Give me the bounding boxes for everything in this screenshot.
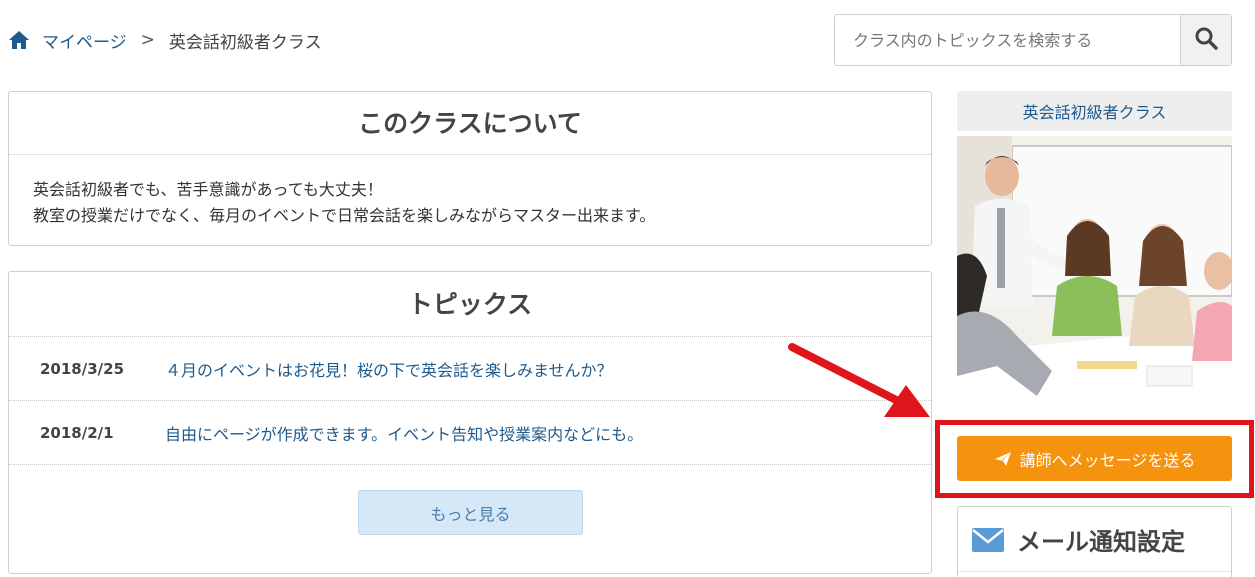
more-button[interactable]: もっと見る [358, 490, 583, 535]
about-line-2: 教室の授業だけでなく、毎月のイベントで日常会話を楽しみながらマスター出来ます。 [33, 206, 656, 225]
about-line-1: 英会話初級者でも、苦手意識があっても大丈夫！ [33, 180, 383, 199]
search-button[interactable] [1180, 15, 1231, 65]
topics-title: トピックス [9, 272, 931, 337]
search-icon [1194, 26, 1218, 54]
class-photo [957, 136, 1232, 411]
about-title: このクラスについて [9, 92, 931, 155]
topic-date: 2018/3/25 [40, 359, 125, 378]
search-input[interactable] [835, 15, 1180, 65]
breadcrumb: マイページ > 英会話初級者クラス [8, 28, 322, 53]
message-teacher-button[interactable]: 講師へメッセージを送る [957, 436, 1232, 481]
red-arrow-annotation [788, 343, 930, 417]
mail-notification-title: メール通知設定 [1017, 528, 1185, 556]
home-icon[interactable] [8, 30, 30, 50]
about-body: 英会話初級者でも、苦手意識があっても大丈夫！ 教室の授業だけでなく、毎月のイベン… [9, 155, 931, 229]
breadcrumb-mypage-link[interactable]: マイページ [42, 28, 127, 53]
topic-search [834, 14, 1232, 66]
divider [958, 571, 1231, 572]
topic-link[interactable]: 自由にページが作成できます。イベント告知や授業案内などにも。 [165, 421, 643, 445]
breadcrumb-current: 英会話初級者クラス [168, 32, 322, 53]
message-teacher-label: 講師へメッセージを送る [1019, 450, 1196, 470]
paper-plane-icon [994, 451, 1012, 467]
mail-icon [971, 527, 1005, 553]
breadcrumb-separator: > [140, 30, 155, 50]
topic-link[interactable]: ４月のイベントはお花見！桜の下で英会話を楽しみませんか？ [165, 357, 613, 381]
sidebar-class-name: 英会話初級者クラス [957, 91, 1232, 131]
mail-notification-panel: メール通知設定 [957, 506, 1232, 577]
about-panel: このクラスについて 英会話初級者でも、苦手意識があっても大丈夫！ 教室の授業だけ… [8, 91, 932, 246]
topic-date: 2018/2/1 [40, 423, 114, 442]
